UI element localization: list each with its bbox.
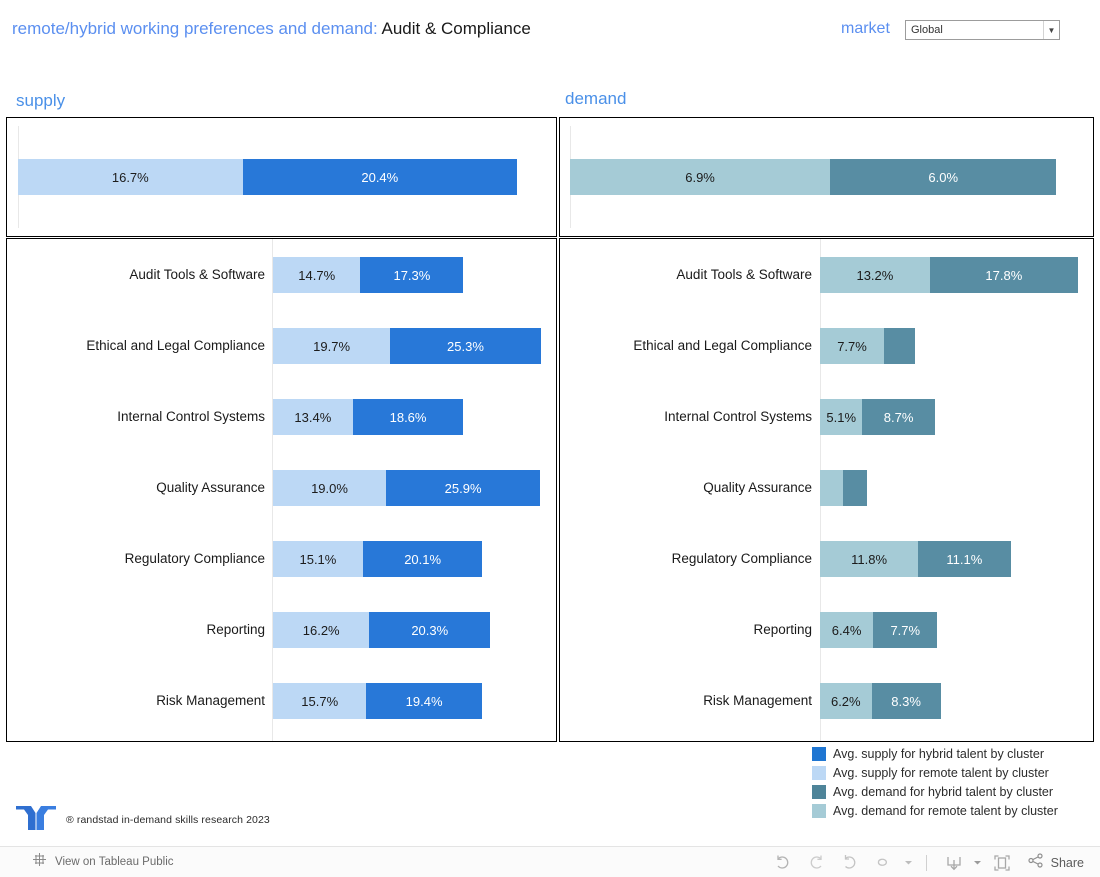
demand-total-remote-segment[interactable]: 6.9% (570, 159, 831, 195)
legend-label: Avg. demand for remote talent by cluster (833, 803, 1058, 818)
demand-hybrid-segment[interactable]: 7.7% (873, 612, 938, 648)
tableau-link-label: View on Tableau Public (55, 856, 174, 868)
dashboard-header: remote/hybrid working preferences and de… (0, 0, 1100, 62)
category-label: Reporting (753, 622, 812, 637)
share-label: Share (1050, 855, 1084, 870)
download-button[interactable] (937, 847, 971, 877)
supply-hybrid-segment[interactable]: 20.3% (369, 612, 491, 648)
supply-remote-segment[interactable]: 14.7% (273, 257, 361, 293)
supply-hybrid-segment[interactable]: 25.3% (390, 328, 541, 364)
revert-button[interactable] (834, 847, 868, 877)
demand-panel-heading: demand (565, 89, 627, 108)
category-label: Audit Tools & Software (129, 267, 265, 282)
demand-total-panel: 6.9% 6.0% (559, 117, 1094, 237)
randstad-logo (14, 800, 58, 836)
supply-total-remote-segment[interactable]: 16.7% (18, 159, 243, 195)
legend-item[interactable]: Avg. supply for remote talent by cluster (812, 763, 1097, 782)
demand-hybrid-segment[interactable] (884, 328, 915, 364)
supply-remote-segment[interactable]: 13.4% (273, 399, 353, 435)
page-title-prefix: remote/hybrid working preferences and de… (12, 19, 378, 38)
toolbar-divider (925, 854, 927, 871)
tableau-toolbar: View on Tableau Public Share (0, 846, 1100, 877)
demand-hybrid-segment[interactable]: 8.7% (862, 399, 935, 435)
supply-remote-segment[interactable]: 16.2% (273, 612, 370, 648)
legend-item[interactable]: Avg. demand for hybrid talent by cluster (812, 782, 1097, 801)
demand-hybrid-segment[interactable]: 8.3% (871, 683, 941, 719)
category-label: Audit Tools & Software (676, 267, 812, 282)
page-title-cluster: Audit & Compliance (377, 19, 531, 38)
category-label: Quality Assurance (156, 480, 265, 495)
demand-remote-segment[interactable] (820, 470, 844, 506)
demand-hybrid-segment[interactable] (843, 470, 867, 506)
demand-hybrid-segment[interactable]: 17.8% (929, 257, 1078, 293)
download-dropdown-caret[interactable] (971, 847, 985, 877)
legend-label: Avg. demand for hybrid talent by cluster (833, 784, 1054, 799)
market-filter-label: market (841, 20, 890, 37)
copyright-text: ® randstad in-demand skills research 202… (66, 814, 270, 826)
supply-remote-segment[interactable]: 15.7% (273, 683, 367, 719)
legend-label: Avg. supply for hybrid talent by cluster (833, 746, 1044, 761)
supply-hybrid-segment[interactable]: 19.4% (366, 683, 482, 719)
supply-total-hybrid-segment[interactable]: 20.4% (242, 159, 517, 195)
fullscreen-button[interactable] (985, 847, 1019, 877)
category-label: Quality Assurance (703, 480, 812, 495)
demand-total-hybrid-segment[interactable]: 6.0% (830, 159, 1057, 195)
share-icon (1027, 852, 1044, 874)
legend-item[interactable]: Avg. supply for hybrid talent by cluster (812, 744, 1097, 763)
legend-swatch (812, 784, 826, 799)
legend-label: Avg. supply for remote talent by cluster (833, 765, 1049, 780)
category-label: Risk Management (156, 693, 265, 708)
market-select[interactable]: Global ▼ (905, 20, 1060, 40)
supply-remote-segment[interactable]: 15.1% (273, 541, 363, 577)
demand-remote-segment[interactable]: 13.2% (820, 257, 930, 293)
category-label: Regulatory Compliance (671, 551, 812, 566)
refresh-button[interactable] (868, 847, 902, 877)
category-label: Internal Control Systems (664, 409, 812, 424)
category-label: Ethical and Legal Compliance (86, 338, 265, 353)
category-label: Internal Control Systems (117, 409, 265, 424)
view-on-tableau-public-link[interactable]: View on Tableau Public (32, 852, 174, 872)
supply-panel-heading: supply (16, 91, 66, 110)
market-select-value: Global (911, 24, 943, 36)
supply-hybrid-segment[interactable]: 20.1% (362, 541, 483, 577)
share-button[interactable]: Share (1019, 847, 1092, 877)
dashboard-root: remote/hybrid working preferences and de… (0, 0, 1100, 877)
toolbar-actions: Share (766, 847, 1092, 877)
supply-hybrid-segment[interactable]: 17.3% (360, 257, 464, 293)
undo-button[interactable] (766, 847, 800, 877)
supply-remote-segment[interactable]: 19.7% (273, 328, 391, 364)
page-title: remote/hybrid working preferences and de… (12, 19, 531, 39)
chart-legend: Avg. supply for hybrid talent by cluster… (812, 744, 1097, 820)
legend-swatch (812, 803, 826, 818)
supply-chart-panel: Audit Tools & Software 14.7% 17.3% Ethical … (6, 238, 557, 742)
demand-remote-segment[interactable]: 5.1% (820, 399, 863, 435)
supply-hybrid-segment[interactable]: 18.6% (352, 399, 464, 435)
category-label: Reporting (206, 622, 265, 637)
legend-item[interactable]: Avg. demand for remote talent by cluster (812, 801, 1097, 820)
demand-hybrid-segment[interactable]: 11.1% (918, 541, 1011, 577)
chevron-down-icon[interactable]: ▼ (1043, 21, 1059, 39)
supply-hybrid-segment[interactable]: 25.9% (386, 470, 541, 506)
category-label: Risk Management (703, 693, 812, 708)
demand-remote-segment[interactable]: 11.8% (820, 541, 919, 577)
demand-remote-segment[interactable]: 7.7% (820, 328, 885, 364)
demand-remote-segment[interactable]: 6.4% (820, 612, 874, 648)
category-label: Regulatory Compliance (124, 551, 265, 566)
refresh-dropdown-caret[interactable] (902, 847, 916, 877)
demand-remote-segment[interactable]: 6.2% (820, 683, 872, 719)
legend-swatch (812, 746, 826, 761)
supply-total-panel: 16.7% 20.4% (6, 117, 557, 237)
demand-chart-panel: Audit Tools & Software 13.2% 17.8% Ethical … (559, 238, 1094, 742)
supply-remote-segment[interactable]: 19.0% (273, 470, 387, 506)
legend-swatch (812, 765, 826, 780)
category-label: Ethical and Legal Compliance (633, 338, 812, 353)
tableau-icon (32, 852, 47, 872)
redo-button[interactable] (800, 847, 834, 877)
